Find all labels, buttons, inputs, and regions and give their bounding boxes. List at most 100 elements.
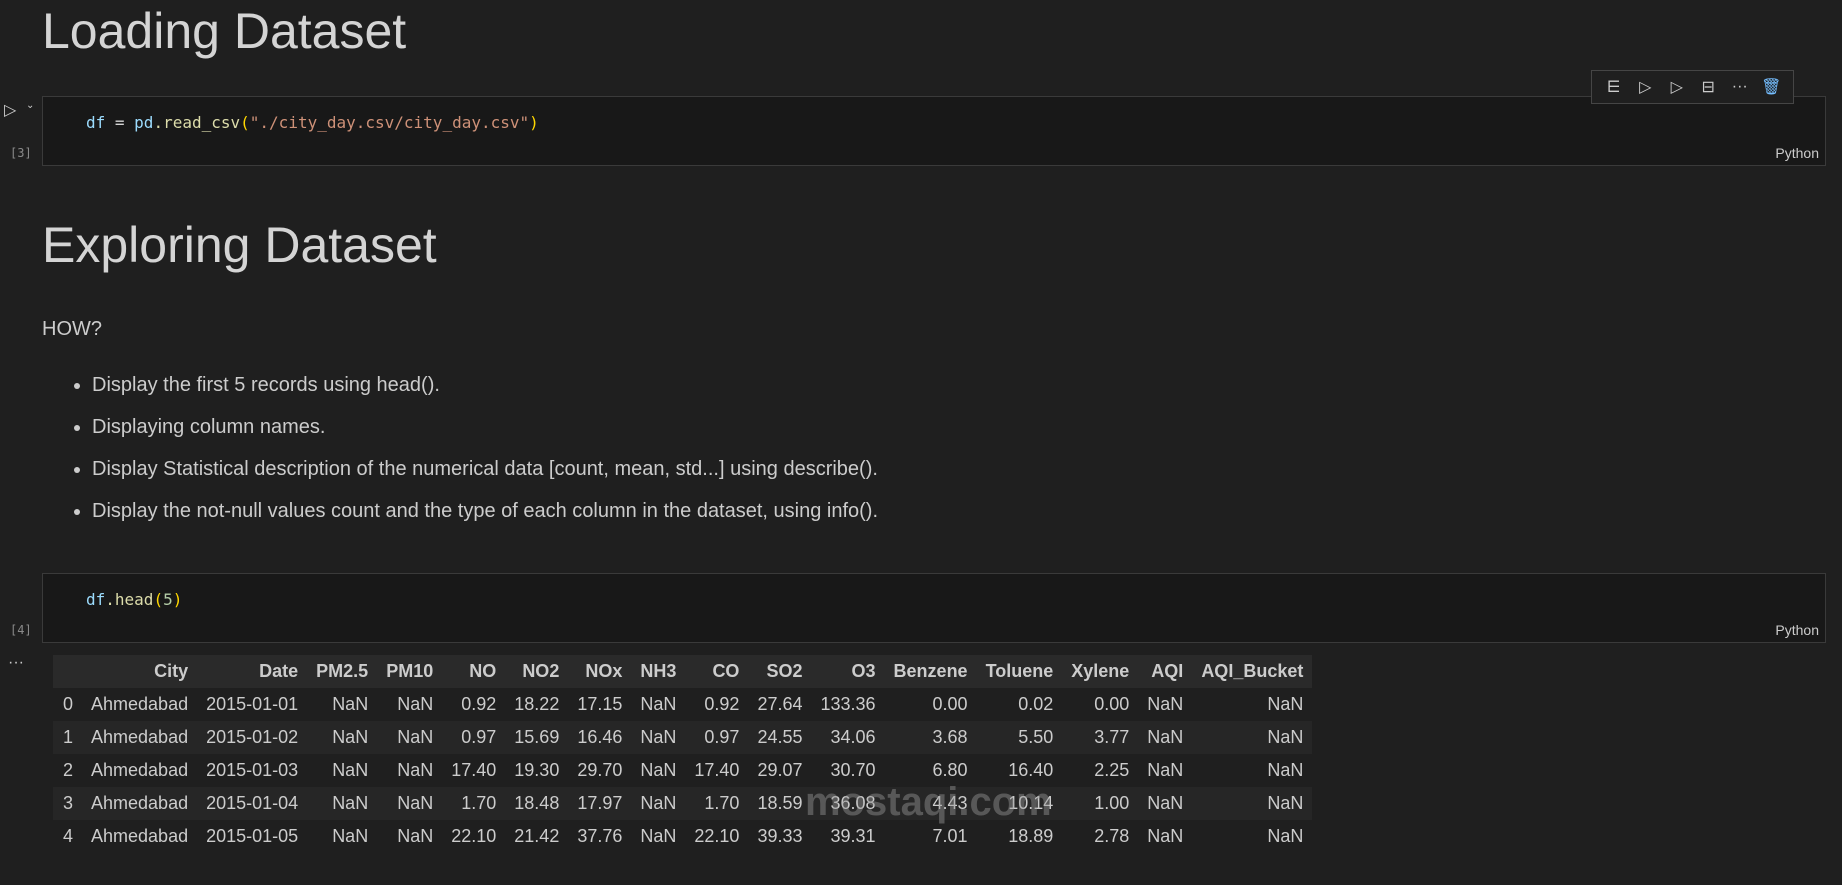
- table-cell: 2015-01-04: [197, 787, 308, 820]
- execution-count: [3]: [10, 146, 32, 160]
- table-cell: Ahmedabad: [91, 760, 189, 780]
- execution-count: [4]: [10, 623, 32, 637]
- table-cell: 18.89: [1008, 826, 1054, 846]
- table-cell: 3.68: [884, 721, 977, 754]
- table-cell: 10.14: [976, 787, 1063, 820]
- table-cell: 34.06: [811, 721, 885, 754]
- table-cell: 21.42: [514, 826, 560, 846]
- cell-toolbar: ⋿ ▷ ▷ ⊟ ··· 🗑: [1591, 70, 1794, 104]
- table-cell: 0.97: [685, 721, 749, 754]
- column-header: NH3: [631, 655, 686, 688]
- table-cell: NaN: [377, 787, 443, 820]
- table-cell: 17.40: [451, 760, 497, 780]
- table-cell: NaN: [1138, 787, 1193, 820]
- chevron-down-icon[interactable]: ⌄: [26, 100, 34, 111]
- split-cell-icon[interactable]: ⊟: [1696, 75, 1720, 99]
- row-index: 0: [63, 694, 74, 714]
- table-cell: NaN: [640, 826, 677, 846]
- list-item: Display Statistical description of the n…: [92, 448, 878, 490]
- table-cell: NaN: [1267, 760, 1304, 780]
- table-cell: 1.70: [685, 787, 749, 820]
- table-cell: NaN: [640, 694, 677, 714]
- code-line[interactable]: df = pd.read_csv("./city_day.csv/city_da…: [86, 113, 539, 132]
- table-cell: Ahmedabad: [82, 721, 198, 754]
- table-cell: NaN: [397, 694, 434, 714]
- more-icon[interactable]: ···: [1728, 75, 1752, 99]
- table-cell: 22.10: [694, 826, 740, 846]
- delete-icon[interactable]: 🗑: [1759, 75, 1783, 99]
- table-cell: NaN: [377, 721, 443, 754]
- table-cell: 39.31: [830, 826, 876, 846]
- table-cell: NaN: [1192, 787, 1313, 820]
- table-row: 4 Ahmedabad 2015-01-05 NaN NaN 22.10 21.42 37.7…: [53, 820, 1312, 853]
- column-header: Xylene: [1062, 655, 1139, 688]
- table-cell: 18.22: [514, 694, 560, 714]
- table-cell: 7.01: [932, 826, 968, 846]
- table-cell: 18.59: [748, 787, 812, 820]
- table-cell: 1.70: [442, 787, 506, 820]
- code-cell-head[interactable]: df.head(5) Python: [42, 573, 1826, 643]
- table-cell: NaN: [397, 760, 434, 780]
- table-cell: NaN: [307, 787, 378, 820]
- table-cell: 36.08: [811, 787, 885, 820]
- table-cell: NaN: [1147, 694, 1184, 714]
- run-above-icon[interactable]: ▷: [1633, 75, 1657, 99]
- code-line[interactable]: df.head(5): [86, 590, 182, 609]
- table-cell: 0.02: [1018, 694, 1054, 714]
- table-row: 1 Ahmedabad 2015-01-02 NaN NaN 0.97 15.69 16.46…: [53, 721, 1313, 754]
- list-item: Displaying column names.: [92, 406, 878, 448]
- table-cell: Ahmedabad: [91, 826, 189, 846]
- column-header: AQI_Bucket: [1192, 655, 1313, 688]
- column-header: NO: [442, 655, 506, 688]
- table-cell: Ahmedabad: [91, 694, 189, 714]
- table-cell: 5.50: [976, 721, 1063, 754]
- column-header: Date: [197, 655, 308, 688]
- table-cell: NaN: [1267, 694, 1304, 714]
- table-cell: 3.77: [1062, 721, 1139, 754]
- table-cell: 2015-01-02: [197, 721, 308, 754]
- table-cell: NaN: [332, 760, 369, 780]
- table-cell: 19.30: [514, 760, 560, 780]
- column-header: Toluene: [976, 655, 1063, 688]
- column-header: Benzene: [884, 655, 977, 688]
- table-cell: 16.40: [1008, 760, 1054, 780]
- table-row: 0 Ahmedabad 2015-01-01 NaN NaN 0.92 18.22 17.15…: [53, 688, 1312, 721]
- column-header: NO2: [505, 655, 569, 688]
- language-label[interactable]: Python: [1775, 622, 1819, 638]
- table-cell: 30.70: [830, 760, 876, 780]
- column-header: PM10: [377, 655, 443, 688]
- table-cell: 17.15: [577, 694, 623, 714]
- execute-above-icon[interactable]: ⋿: [1602, 75, 1626, 99]
- column-header: City: [82, 655, 198, 688]
- list-item: Display the not-null values count and th…: [92, 490, 878, 532]
- row-index: 2: [63, 760, 74, 780]
- table-cell: 0.00: [932, 694, 968, 714]
- table-cell: 17.40: [694, 760, 740, 780]
- run-below-icon[interactable]: ▷: [1665, 75, 1689, 99]
- table-cell: 0.92: [461, 694, 497, 714]
- table-cell: 2.25: [1094, 760, 1130, 780]
- table-cell: 2015-01-05: [206, 826, 299, 846]
- bullet-list: Display the first 5 records using head()…: [92, 364, 878, 532]
- table-cell: 24.55: [748, 721, 812, 754]
- run-cell-button[interactable]: ▷: [4, 100, 16, 120]
- table-row: 2 Ahmedabad 2015-01-03 NaN NaN 17.40 19.30 29.7…: [53, 754, 1312, 787]
- code-cell-read-csv[interactable]: df = pd.read_csv("./city_day.csv/city_da…: [42, 96, 1826, 166]
- column-header: AQI: [1138, 655, 1193, 688]
- table-cell: 4.43: [884, 787, 977, 820]
- language-label[interactable]: Python: [1775, 145, 1819, 161]
- output-more-button[interactable]: ···: [8, 654, 24, 672]
- column-header: SO2: [748, 655, 812, 688]
- table-row: 3 Ahmedabad 2015-01-04 NaN NaN 1.70 18.48 17.97…: [53, 787, 1313, 820]
- table-cell: 133.36: [820, 694, 876, 714]
- table-cell: 29.07: [757, 760, 803, 780]
- table-cell: NaN: [640, 760, 677, 780]
- row-index: 3: [53, 787, 83, 820]
- table-cell: 0.97: [442, 721, 506, 754]
- table-cell: 2015-01-03: [206, 760, 299, 780]
- heading-loading-dataset: Loading Dataset: [42, 3, 407, 59]
- row-index: 4: [63, 826, 74, 846]
- table-cell: NaN: [1267, 826, 1304, 846]
- column-header: O3: [811, 655, 885, 688]
- table-cell: 27.64: [757, 694, 803, 714]
